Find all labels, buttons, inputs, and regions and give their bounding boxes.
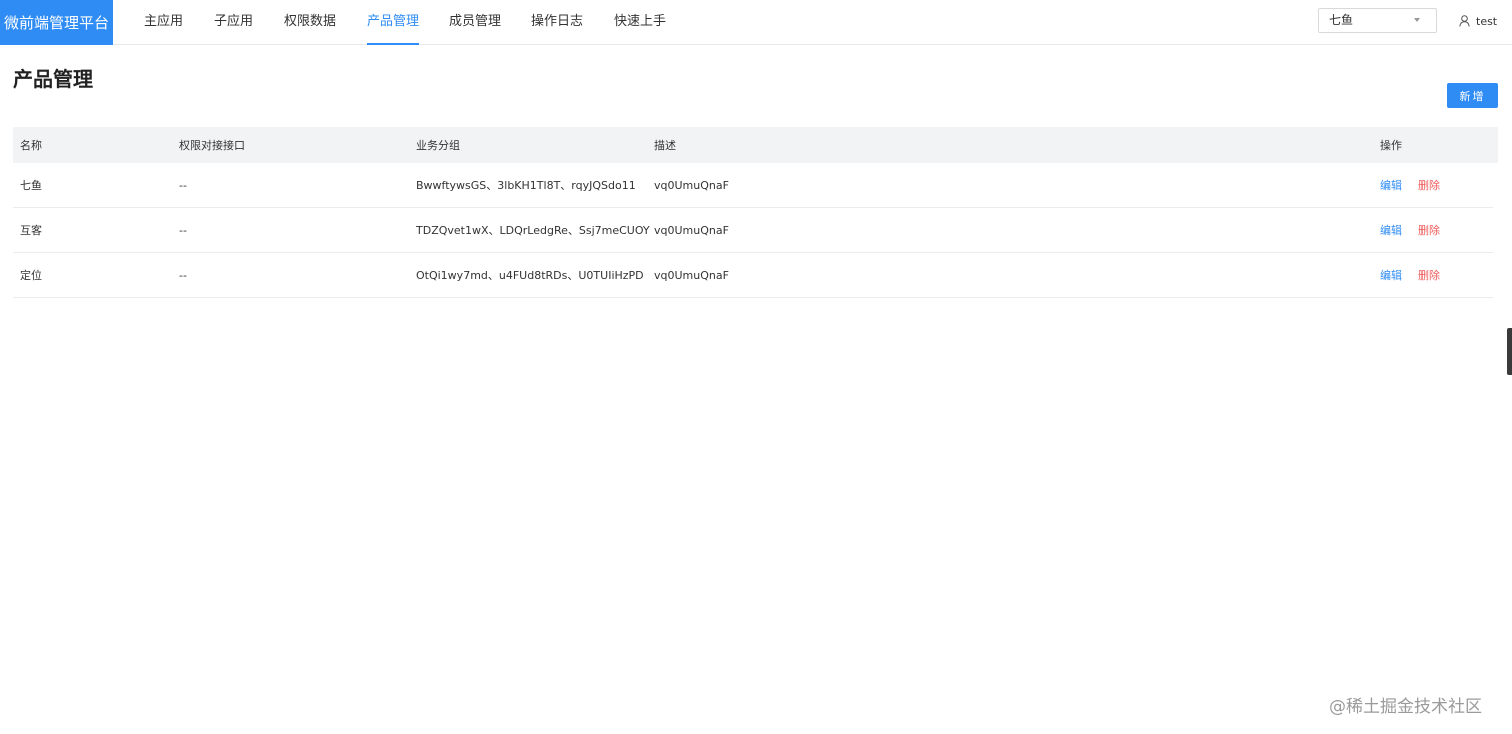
- delete-link[interactable]: 删除: [1418, 222, 1440, 238]
- product-select-value: 七鱼: [1329, 13, 1354, 27]
- table-row: 互客 -- TDZQvet1wX、LDQrLedgRe、Ssj7meCUOY v…: [13, 208, 1493, 253]
- row-permission-api: --: [179, 223, 187, 237]
- side-scroll-handle[interactable]: [1507, 328, 1512, 375]
- header-name: 名称: [20, 139, 42, 152]
- nav-item-product-management[interactable]: 产品管理: [367, 0, 420, 45]
- table-header: 名称 权限对接接口 业务分组 描述 操作: [13, 127, 1498, 163]
- header-permission-api: 权限对接接口: [179, 139, 245, 152]
- delete-link[interactable]: 删除: [1418, 177, 1440, 193]
- user-icon: [1459, 15, 1470, 27]
- top-navigation-bar: 微前端管理平台 主应用 子应用 权限数据 产品管理 成员管理 操作日志 快速上手…: [0, 0, 1512, 45]
- row-business-group: OtQi1wy7md、u4FUd8tRDs、U0TUIiHzPD: [416, 269, 644, 282]
- table-row: 七鱼 -- BwwftywsGS、3lbKH1Tl8T、rqyJQSdo11 v…: [13, 163, 1493, 208]
- row-description: vq0UmuQnaF: [654, 223, 729, 237]
- row-name: 定位: [20, 269, 42, 282]
- product-table: 名称 权限对接接口 业务分组 描述 操作 七鱼 -- BwwftywsGS、3l…: [13, 127, 1498, 298]
- row-operations: 编辑 删除: [1380, 163, 1440, 207]
- nav-item-operation-log[interactable]: 操作日志: [531, 0, 583, 45]
- edit-link[interactable]: 编辑: [1380, 222, 1402, 238]
- row-description: vq0UmuQnaF: [654, 178, 729, 192]
- header-business-group: 业务分组: [416, 139, 460, 152]
- nav-item-sub-app[interactable]: 子应用: [214, 0, 253, 45]
- row-business-group: TDZQvet1wX、LDQrLedgRe、Ssj7meCUOY: [416, 224, 650, 237]
- nav-item-quick-start[interactable]: 快速上手: [614, 0, 666, 45]
- row-operations: 编辑 删除: [1380, 253, 1440, 297]
- row-description: vq0UmuQnaF: [654, 268, 729, 282]
- nav-item-permission-data[interactable]: 权限数据: [284, 0, 336, 45]
- edit-link[interactable]: 编辑: [1380, 267, 1402, 283]
- header-description: 描述: [654, 139, 676, 152]
- caret-down-icon: [1414, 18, 1420, 22]
- user-menu[interactable]: test: [1459, 13, 1497, 29]
- edit-link[interactable]: 编辑: [1380, 177, 1402, 193]
- nav-item-member-management[interactable]: 成员管理: [449, 0, 501, 45]
- delete-link[interactable]: 删除: [1418, 267, 1440, 283]
- row-permission-api: --: [179, 178, 187, 192]
- row-name: 七鱼: [20, 179, 42, 192]
- product-select[interactable]: 七鱼: [1318, 8, 1437, 33]
- add-product-button[interactable]: 新增: [1447, 83, 1498, 108]
- row-business-group: BwwftywsGS、3lbKH1Tl8T、rqyJQSdo11: [416, 179, 636, 192]
- header-operations: 操作: [1380, 139, 1402, 152]
- nav-item-main-app[interactable]: 主应用: [144, 0, 183, 45]
- row-permission-api: --: [179, 268, 187, 282]
- table-row: 定位 -- OtQi1wy7md、u4FUd8tRDs、U0TUIiHzPD v…: [13, 253, 1493, 298]
- row-name: 互客: [20, 224, 42, 237]
- app-logo[interactable]: 微前端管理平台: [0, 0, 113, 45]
- user-name: test: [1476, 14, 1498, 28]
- row-operations: 编辑 删除: [1380, 208, 1440, 252]
- watermark: @稀土掘金技术社区: [1329, 697, 1482, 717]
- page-title: 产品管理: [13, 67, 93, 91]
